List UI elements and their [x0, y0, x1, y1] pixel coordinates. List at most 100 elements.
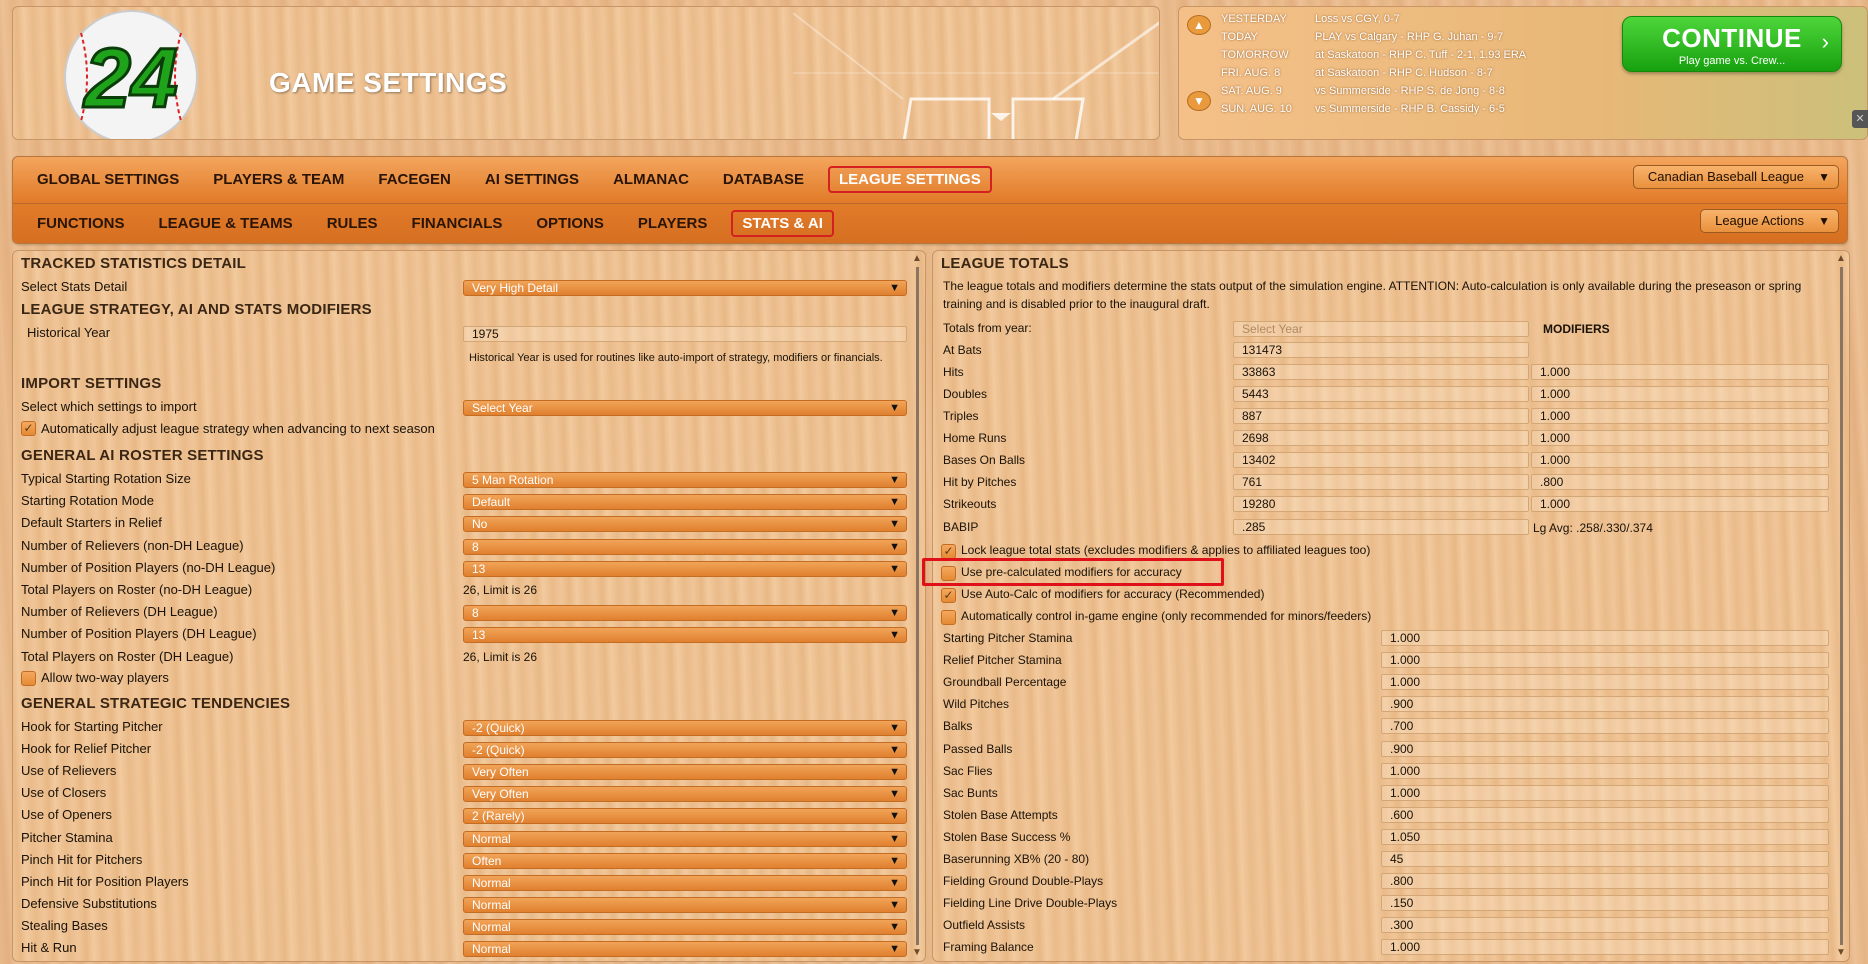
roster-setting-select[interactable]: 13 ▼	[463, 627, 907, 644]
roster-setting-select[interactable]: 8 ▼	[463, 538, 907, 555]
import-year-select[interactable]: Select Year ▼	[463, 400, 907, 416]
tab-global-settings[interactable]: GLOBAL SETTINGS	[27, 166, 189, 193]
left-scrollbar[interactable]: ▲ ▼	[911, 253, 923, 959]
tab-players-team[interactable]: PLAYERS & TEAM	[203, 166, 354, 193]
tab-financials[interactable]: FINANCIALS	[402, 210, 513, 237]
scroll-up-icon[interactable]: ▲	[1835, 253, 1847, 265]
stats-detail-value: Very High Detail	[472, 281, 559, 295]
total-input[interactable]: 13402	[1233, 452, 1529, 468]
tab-rules[interactable]: RULES	[317, 210, 388, 237]
modifier-value-input[interactable]: 1.050	[1381, 828, 1829, 845]
babip-input[interactable]: .285	[1233, 519, 1529, 535]
scroll-down-icon[interactable]: ▼	[911, 947, 923, 959]
modifier-value-input[interactable]: 1.000	[1381, 674, 1829, 691]
modifier-value-input[interactable]: 1.000	[1381, 762, 1829, 779]
total-input[interactable]: 19280	[1233, 496, 1529, 512]
modifier-input[interactable]: 1.000	[1531, 386, 1829, 402]
historical-year-input[interactable]: 1975	[463, 326, 907, 342]
modifier-value-input[interactable]: 1.000	[1381, 630, 1829, 646]
tab-almanac[interactable]: ALMANAC	[603, 166, 699, 193]
tendency-select[interactable]: 2 (Rarely) ▼	[463, 808, 907, 825]
tendency-select[interactable]: Very Often ▼	[463, 786, 907, 803]
tab-database[interactable]: DATABASE	[713, 166, 814, 193]
scroll-down-icon[interactable]: ▼	[1835, 947, 1847, 959]
league-select[interactable]: Canadian Baseball League ▼	[1632, 165, 1839, 189]
schedule-row[interactable]: TOMORROW at Saskatoon - RHP C. Tuff - 2-1…	[1221, 49, 1526, 61]
tendency-select[interactable]: -2 (Quick) ▼	[463, 742, 907, 759]
modifier-value-input[interactable]: .800	[1381, 873, 1829, 890]
schedule-up-button[interactable]: ▲	[1187, 15, 1211, 35]
modifier-value-input[interactable]: .900	[1381, 740, 1829, 757]
modifier-input[interactable]: .800	[1531, 474, 1829, 490]
tab-facegen[interactable]: FACEGEN	[368, 166, 461, 193]
tab-stats-ai[interactable]: STATS & AI	[731, 210, 834, 237]
tendency-select[interactable]: Very Often ▼	[463, 764, 907, 781]
modifier-label: Framing Balance	[943, 940, 1034, 955]
tendency-select[interactable]: Normal ▼	[463, 830, 907, 847]
modifier-value-input[interactable]: .900	[1381, 696, 1829, 713]
tendency-select[interactable]: -2 (Quick) ▼	[463, 720, 907, 736]
tendency-select[interactable]: Normal ▼	[463, 941, 907, 957]
roster-setting-select[interactable]: 13 ▼	[463, 560, 907, 577]
two-way-checkbox[interactable]	[21, 671, 36, 686]
chevron-right-icon: ›	[1821, 29, 1829, 54]
scroll-up-icon[interactable]: ▲	[911, 253, 923, 265]
modifier-input[interactable]: 1.000	[1531, 364, 1829, 380]
totals-checkbox[interactable]: ✓	[941, 588, 956, 603]
modifier-value-input[interactable]: 1.000	[1381, 939, 1829, 956]
tab-ai-settings[interactable]: AI SETTINGS	[475, 166, 589, 193]
roster-setting-select[interactable]: Default ▼	[463, 494, 907, 511]
roster-setting-select[interactable]: 8 ▼	[463, 605, 907, 622]
tab-functions[interactable]: FUNCTIONS	[27, 210, 135, 237]
modifier-value-input[interactable]: 45	[1381, 851, 1829, 867]
totals-checkbox[interactable]: ✓	[941, 544, 956, 559]
modifier-label: Stolen Base Attempts	[943, 807, 1058, 822]
auto-adjust-checkbox[interactable]: ✓	[21, 421, 36, 436]
total-input[interactable]: 887	[1233, 408, 1529, 424]
tendency-select[interactable]: Normal ▼	[463, 874, 907, 891]
tendency-label: Hook for Starting Pitcher	[21, 719, 163, 734]
tab-players[interactable]: PLAYERS	[628, 210, 717, 237]
tab-league-settings[interactable]: LEAGUE SETTINGS	[828, 165, 992, 193]
roster-setting-select[interactable]: No ▼	[463, 516, 907, 533]
modifier-value-input[interactable]: .300	[1381, 917, 1829, 934]
tendency-select[interactable]: Normal ▼	[463, 918, 907, 935]
stats-detail-select[interactable]: Very High Detail ▼	[463, 280, 907, 296]
total-input[interactable]: 761	[1233, 474, 1529, 490]
modifier-input[interactable]: 1.000	[1531, 430, 1829, 446]
right-scrollbar[interactable]: ▲ ▼	[1835, 253, 1847, 959]
modifier-input[interactable]: 1.000	[1531, 496, 1829, 512]
schedule-row[interactable]: YESTERDAY Loss vs CGY, 0-7	[1221, 13, 1400, 25]
modifier-value-input[interactable]: 1.000	[1381, 784, 1829, 801]
tendency-select[interactable]: Normal ▼	[463, 896, 907, 913]
schedule-row[interactable]: TODAY PLAY vs Calgary - RHP G. Juhan - 9-…	[1221, 31, 1503, 43]
league-actions-button[interactable]: League Actions ▼	[1700, 209, 1839, 233]
roster-setting-select-value: No	[472, 517, 488, 532]
total-input[interactable]: 2698	[1233, 430, 1529, 446]
schedule-row[interactable]: SAT. AUG. 9 vs Summerside - RHP S. de Jon…	[1221, 85, 1505, 97]
schedule-row[interactable]: FRI. AUG. 8 at Saskatoon - RHP C. Hudson …	[1221, 67, 1493, 79]
modifier-value-input[interactable]: 1.000	[1381, 652, 1829, 669]
tendency-select[interactable]: Often ▼	[463, 852, 907, 869]
modifier-input[interactable]: 1.000	[1531, 452, 1829, 468]
modifier-input[interactable]: 1.000	[1531, 408, 1829, 424]
roster-setting-label: Total Players on Roster (no-DH League)	[21, 582, 253, 597]
modifier-value-input[interactable]: .600	[1381, 806, 1829, 823]
roster-setting-select[interactable]: 5 Man Rotation ▼	[463, 472, 907, 488]
totals-checkbox[interactable]	[941, 610, 956, 625]
tab-options[interactable]: OPTIONS	[526, 210, 614, 237]
total-input[interactable]: 131473	[1233, 342, 1529, 358]
total-input[interactable]: 33863	[1233, 364, 1529, 380]
scroll-track[interactable]	[916, 267, 919, 945]
scroll-track[interactable]	[1840, 267, 1843, 945]
modifier-value-input[interactable]: .700	[1381, 718, 1829, 735]
schedule-row[interactable]: SUN. AUG. 10 vs Summerside - RHP B. Cassi…	[1221, 103, 1505, 115]
continue-button[interactable]: CONTINUE Play game vs. Crew... ›	[1622, 16, 1842, 72]
schedule-down-button[interactable]: ▼	[1187, 91, 1211, 111]
total-input[interactable]: 5443	[1233, 386, 1529, 402]
totals-from-select[interactable]: Select Year	[1233, 321, 1529, 337]
tab-league-teams[interactable]: LEAGUE & TEAMS	[149, 210, 303, 237]
navigation-bar: GLOBAL SETTINGS PLAYERS & TEAM FACEGEN AI S…	[12, 156, 1848, 244]
modifier-value-input[interactable]: .150	[1381, 895, 1829, 912]
close-icon[interactable]: ✕	[1852, 110, 1868, 128]
